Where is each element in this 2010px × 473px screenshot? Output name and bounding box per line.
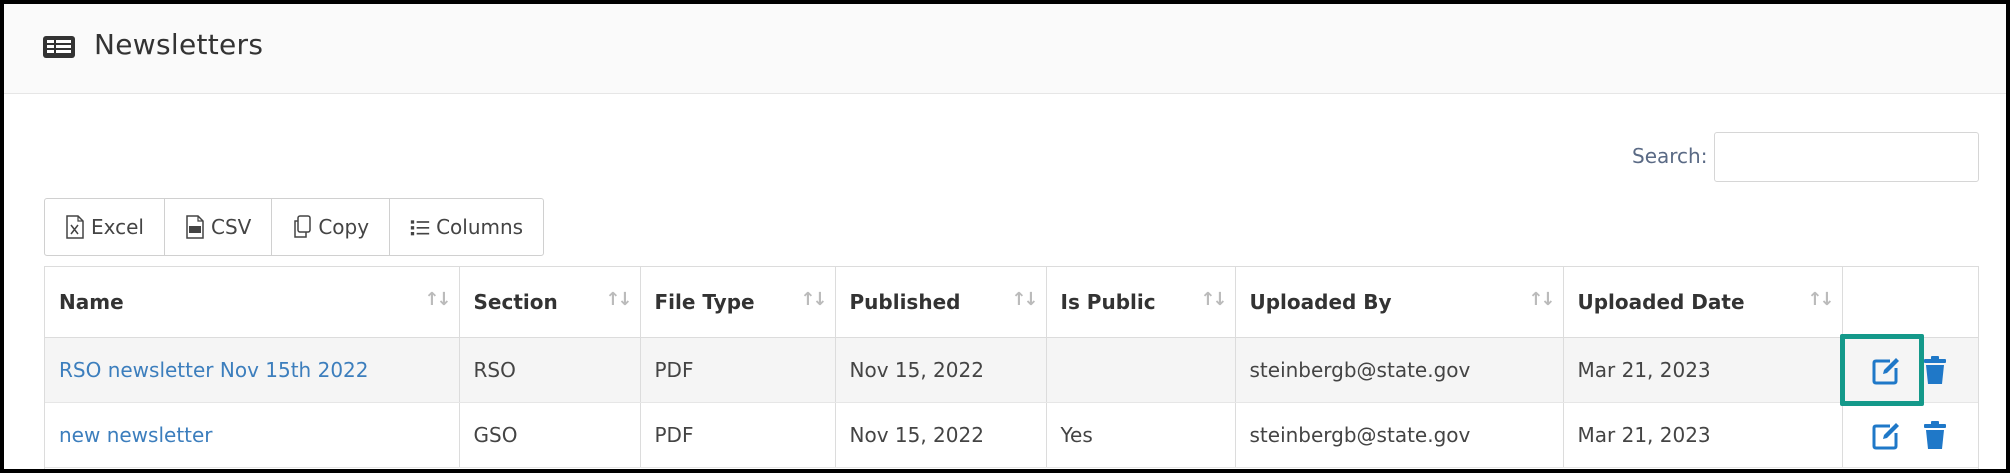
column-header-name[interactable]: Name ↑↓ — [45, 267, 460, 338]
cell-is-public — [1046, 337, 1236, 403]
table-header-row: Name ↑↓ Section ↑↓ File Type ↑↓ Published ↑↓… — [45, 267, 1978, 338]
cell-file-type: PDF — [640, 402, 836, 468]
csv-file-icon — [186, 215, 204, 239]
sort-icon: ↑↓ — [800, 289, 827, 310]
column-header-published[interactable]: Published ↑↓ — [835, 267, 1047, 338]
column-header-uploaded-date[interactable]: Uploaded Date ↑↓ — [1563, 267, 1843, 338]
copy-icon — [294, 215, 312, 238]
cell-file-type: PDF — [640, 337, 836, 403]
sort-icon: ↑↓ — [605, 289, 632, 310]
cell-published: Nov 15, 2022 — [835, 337, 1047, 403]
cell-uploaded-by: steinbergb@state.gov — [1235, 337, 1564, 403]
export-button-group: Excel CSV Copy Columns — [44, 198, 545, 256]
columns-button[interactable]: Columns — [390, 199, 543, 255]
column-header-file-type[interactable]: File Type ↑↓ — [640, 267, 836, 338]
newsletters-table: Name ↑↓ Section ↑↓ File Type ↑↓ Published ↑↓… — [44, 266, 1979, 469]
column-header-uploaded-by[interactable]: Uploaded By ↑↓ — [1235, 267, 1564, 338]
copy-button-label: Copy — [318, 215, 370, 239]
copy-button[interactable]: Copy — [272, 199, 391, 255]
excel-button[interactable]: Excel — [45, 199, 165, 255]
table-row: RSO newsletter Nov 15th 2022 RSO PDF Nov… — [45, 337, 1978, 403]
cell-uploaded-date: Mar 21, 2023 — [1563, 402, 1843, 468]
newspaper-icon — [43, 36, 75, 58]
app-window: Newsletters Search: Excel CSV Copy Colum… — [0, 0, 2010, 473]
sort-icon: ↑↓ — [1011, 289, 1038, 310]
csv-button-label: CSV — [210, 215, 252, 239]
list-icon — [410, 220, 430, 236]
search-label: Search: — [1632, 144, 1708, 168]
edit-icon[interactable] — [1871, 356, 1901, 386]
columns-button-label: Columns — [436, 215, 524, 239]
cell-section: GSO — [459, 402, 641, 468]
sort-icon: ↑↓ — [1807, 289, 1834, 310]
cell-name: RSO newsletter Nov 15th 2022 — [45, 337, 460, 403]
newsletter-link[interactable]: RSO newsletter Nov 15th 2022 — [59, 358, 369, 382]
newsletter-link[interactable]: new newsletter — [59, 423, 213, 447]
cell-uploaded-date: Mar 21, 2023 — [1563, 337, 1843, 403]
cell-actions — [1842, 337, 1978, 403]
search-input[interactable] — [1714, 132, 1979, 182]
page-header: Newsletters — [4, 4, 2006, 94]
cell-published: Nov 15, 2022 — [835, 402, 1047, 468]
cell-name: new newsletter — [45, 402, 460, 468]
edit-icon[interactable] — [1871, 421, 1901, 451]
column-header-is-public[interactable]: Is Public ↑↓ — [1046, 267, 1236, 338]
table-row: new newsletter GSO PDF Nov 15, 2022 Yes … — [45, 402, 1978, 468]
trash-icon[interactable] — [1923, 355, 1947, 384]
excel-file-icon — [66, 215, 84, 239]
column-header-actions — [1842, 267, 1978, 338]
cell-is-public: Yes — [1046, 402, 1236, 468]
sort-icon: ↑↓ — [424, 289, 451, 310]
excel-button-label: Excel — [91, 215, 144, 239]
csv-button[interactable]: CSV — [165, 199, 273, 255]
sort-icon: ↑↓ — [1528, 289, 1555, 310]
cell-actions — [1842, 402, 1978, 468]
cell-uploaded-by: steinbergb@state.gov — [1235, 402, 1564, 468]
cell-section: RSO — [459, 337, 641, 403]
trash-icon[interactable] — [1923, 420, 1947, 449]
column-header-section[interactable]: Section ↑↓ — [459, 267, 641, 338]
sort-icon: ↑↓ — [1200, 289, 1227, 310]
page-title: Newsletters — [94, 28, 264, 61]
